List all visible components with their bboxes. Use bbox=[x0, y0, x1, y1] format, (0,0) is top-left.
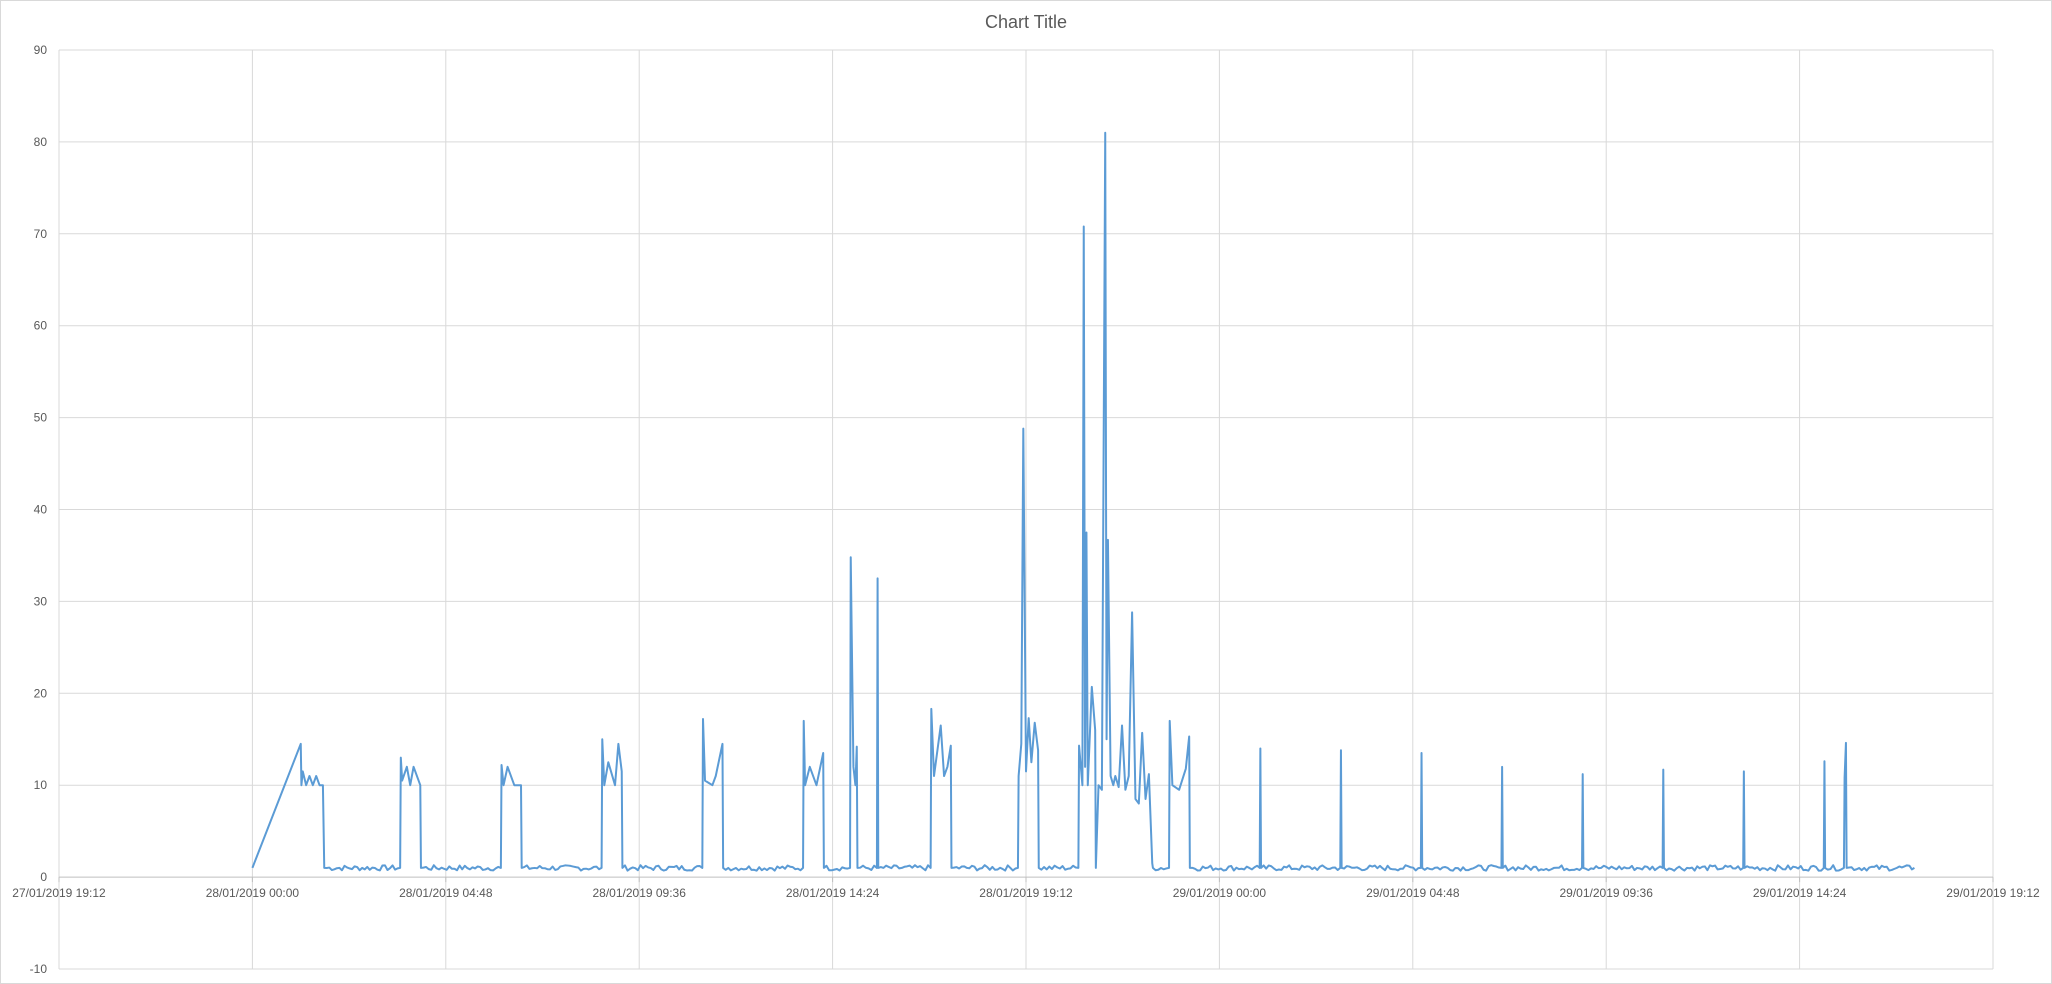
x-tick-label: 29/01/2019 04:48 bbox=[1366, 886, 1460, 900]
y-tick-label: 50 bbox=[34, 411, 48, 425]
series-layer bbox=[251, 131, 1915, 872]
y-tick-label: 40 bbox=[34, 503, 48, 517]
x-tick-label: 28/01/2019 14:24 bbox=[786, 886, 880, 900]
x-tick-label: 28/01/2019 19:12 bbox=[979, 886, 1073, 900]
y-tick-label: 80 bbox=[34, 135, 48, 149]
x-tick-label: 29/01/2019 19:12 bbox=[1946, 886, 2040, 900]
y-tick-label: 30 bbox=[34, 594, 48, 608]
x-tick-label: 28/01/2019 04:48 bbox=[399, 886, 493, 900]
x-tick-label: 27/01/2019 19:12 bbox=[12, 886, 106, 900]
x-tick-label: 29/01/2019 14:24 bbox=[1753, 886, 1847, 900]
axes bbox=[58, 876, 1994, 883]
x-tick-label: 28/01/2019 00:00 bbox=[206, 886, 300, 900]
series-line bbox=[251, 131, 1915, 872]
y-tick-label: 10 bbox=[34, 778, 48, 792]
y-tick-label: 60 bbox=[34, 319, 48, 333]
x-tick-label: 29/01/2019 09:36 bbox=[1559, 886, 1653, 900]
line-chart: -10 0 10 20 30 40 50 60 70 80 90 27/01/2019 19:12 28… bbox=[12, 43, 2040, 976]
x-tick-label: 28/01/2019 09:36 bbox=[592, 886, 686, 900]
gridlines bbox=[58, 49, 1994, 970]
y-tick-label: 70 bbox=[34, 227, 48, 241]
x-tick-label: 29/01/2019 00:00 bbox=[1173, 886, 1267, 900]
y-tick-label: 20 bbox=[34, 686, 48, 700]
y-tick-label: -10 bbox=[30, 962, 48, 976]
y-tick-label: 0 bbox=[40, 870, 47, 884]
y-tick-label: 90 bbox=[34, 43, 48, 57]
